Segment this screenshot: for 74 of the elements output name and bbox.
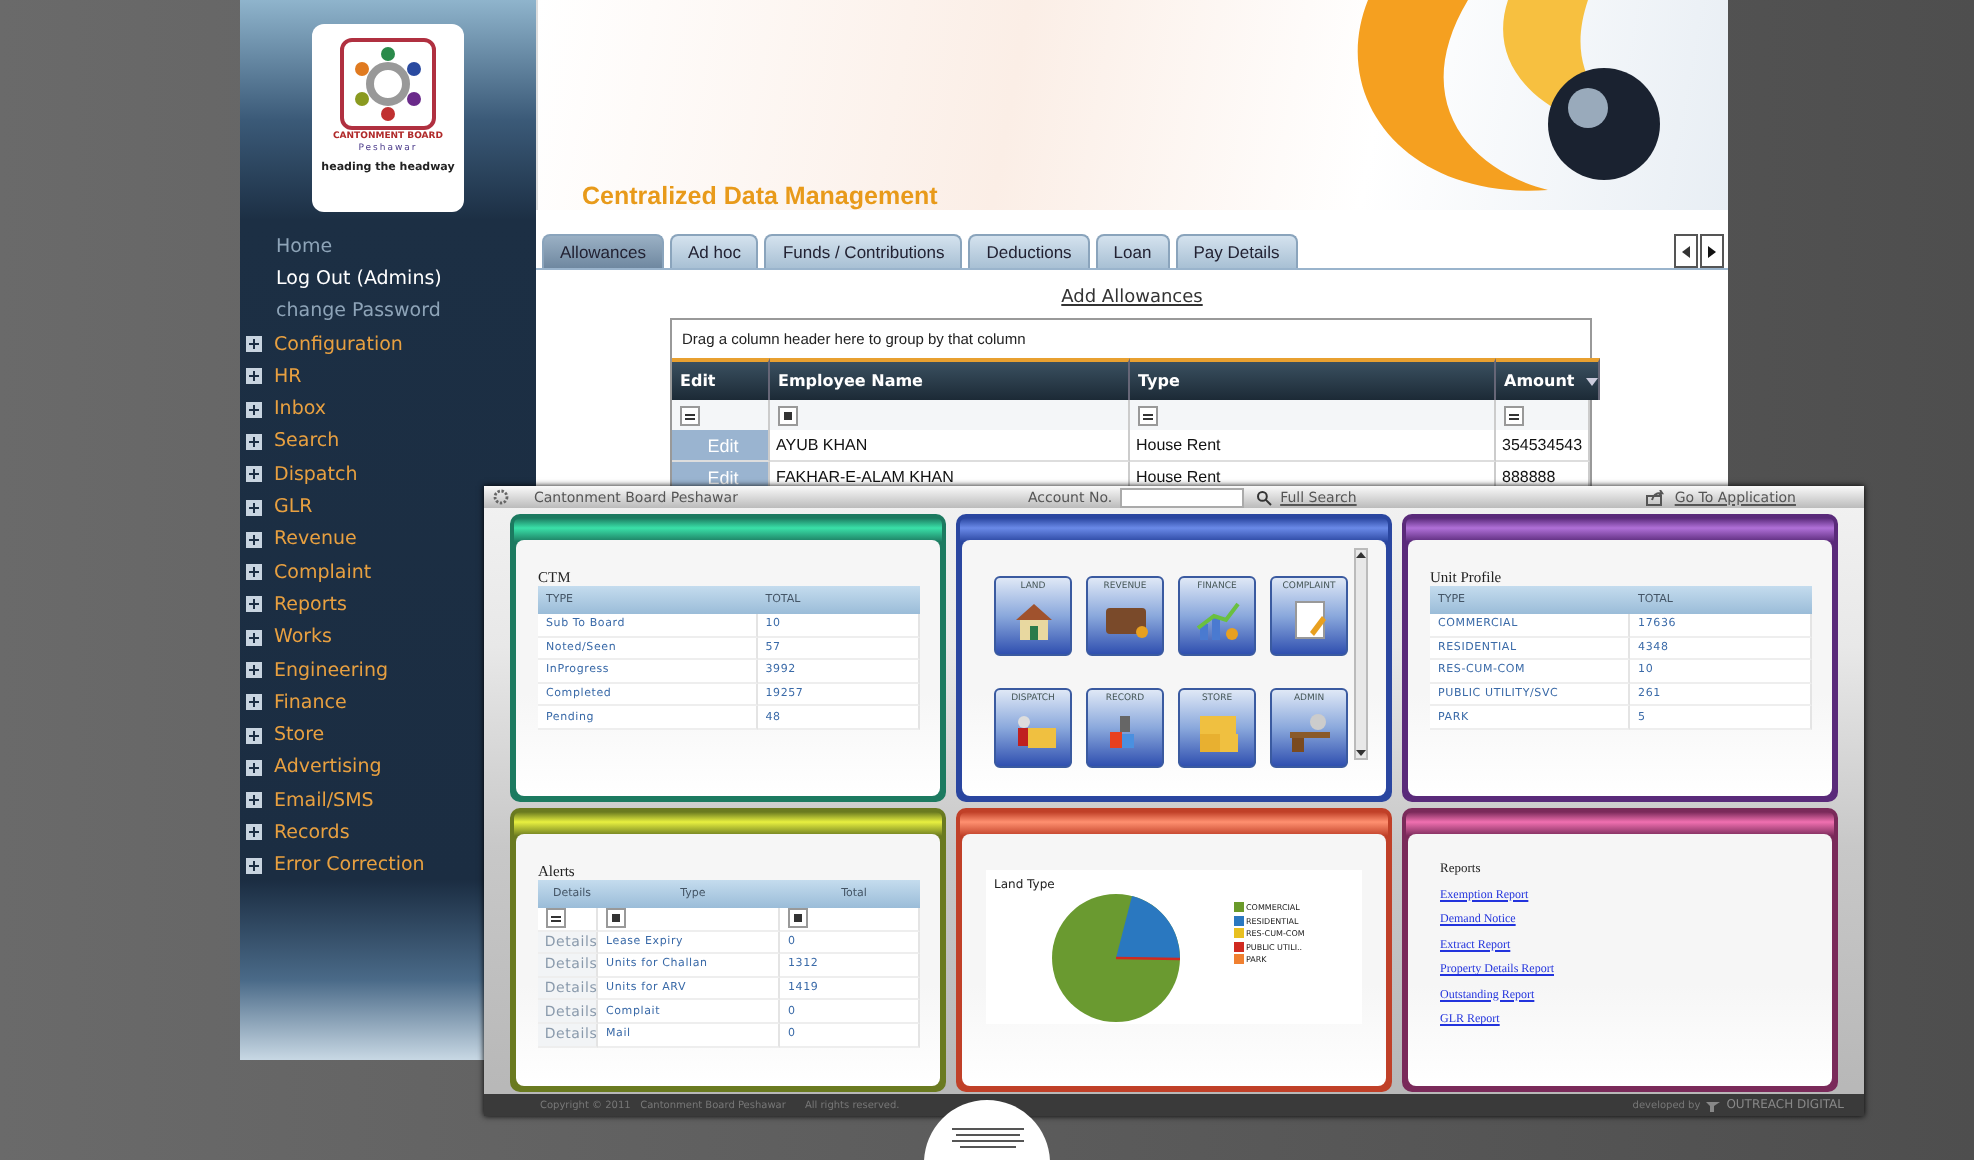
expand-icon[interactable] [246,727,262,744]
filter-menu-icon[interactable] [680,405,700,425]
column-header[interactable]: Edit [672,358,770,400]
sidebar-item[interactable]: Finance [240,686,347,719]
gear-icon [492,488,510,506]
expand-icon[interactable] [246,466,262,483]
scroll-down-icon[interactable] [1356,748,1366,758]
expand-icon[interactable] [246,596,262,613]
table-cell: House Rent [1130,430,1496,462]
expand-icon[interactable] [246,433,262,450]
tab[interactable]: Allowances [542,234,664,268]
logo-emblem-drawing [338,36,438,132]
tab[interactable]: Deductions [968,234,1090,268]
expand-icon[interactable] [246,759,262,776]
column-header[interactable]: Employee Name [770,358,1130,400]
left-arrow-icon [1682,245,1690,257]
table-cell: 354534543 [1496,430,1590,462]
expand-icon[interactable] [246,792,262,809]
filter-box-icon[interactable] [606,908,626,929]
column-header[interactable]: Amount [1496,358,1601,400]
expand-icon[interactable] [246,662,262,678]
add-allowances-link[interactable]: Add Allowances [1061,288,1203,308]
tab[interactable]: Loan [1095,234,1170,268]
expand-icon[interactable] [246,336,262,353]
filter-menu-icon[interactable] [1504,405,1524,425]
table-cell: AYUB KHAN [770,430,1130,462]
sidebar-item[interactable]: Error Correction [240,849,425,882]
sidebar-item[interactable]: Records [240,816,350,850]
filter-box-icon[interactable] [778,405,798,425]
expand-icon[interactable] [246,531,262,548]
expand-icon[interactable] [246,629,262,646]
expand-icon[interactable] [246,564,262,581]
sidebar-item[interactable]: Revenue [240,523,357,556]
sidebar-item[interactable]: Reports [240,588,347,622]
tab[interactable]: Ad hoc [670,234,759,268]
expand-icon[interactable] [246,824,262,841]
sidebar-item[interactable]: Store [240,718,325,752]
menu-icon[interactable] [951,1128,1023,1148]
sidebar-item[interactable]: Works [240,621,333,654]
share-icon [1646,489,1667,505]
tab[interactable]: Pay Details [1175,234,1298,268]
expand-icon[interactable] [246,857,262,874]
company-logo-icon [1706,1099,1721,1111]
sidebar-item[interactable]: HR [240,360,302,393]
sidebar-link[interactable]: change Password [240,295,441,328]
app-title: Centralized Data Management [582,182,938,210]
expand-icon[interactable] [246,368,262,385]
sidebar-item[interactable]: Configuration [240,327,403,361]
sidebar-item[interactable]: GLR [240,490,313,524]
filter-menu-icon[interactable] [1138,405,1158,425]
sidebar-item[interactable]: Email/SMS [240,784,374,817]
scrollbar[interactable] [1354,548,1368,760]
right-arrow-icon [1708,245,1716,257]
sidebar-item[interactable]: Complaint [240,555,372,589]
scroll-left-button[interactable] [1674,234,1698,268]
sidebar-item[interactable]: Dispatch [240,458,358,491]
filter-menu-icon[interactable] [546,908,566,929]
pie-chart-drawing [1050,892,1182,1024]
expand-icon[interactable] [246,499,262,516]
sidebar-link[interactable]: Home [240,230,333,263]
sidebar-item[interactable]: Inbox [240,392,326,426]
scroll-up-icon[interactable] [1356,550,1366,560]
expand-icon[interactable] [246,401,262,418]
tab[interactable]: Funds / Contributions [764,234,963,268]
sidebar-item[interactable]: Engineering [240,653,388,687]
sidebar-link[interactable]: Log Out (Admins) [240,262,442,296]
sidebar-item[interactable]: Advertising [240,751,382,785]
search-icon[interactable] [1256,489,1273,505]
account-input-field[interactable] [1120,487,1245,507]
scroll-right-button[interactable] [1700,234,1724,268]
filter-box-icon[interactable] [788,908,808,929]
column-header[interactable]: Type [1130,358,1496,400]
expand-icon[interactable] [246,694,262,711]
sidebar-item[interactable]: Search [240,425,340,459]
